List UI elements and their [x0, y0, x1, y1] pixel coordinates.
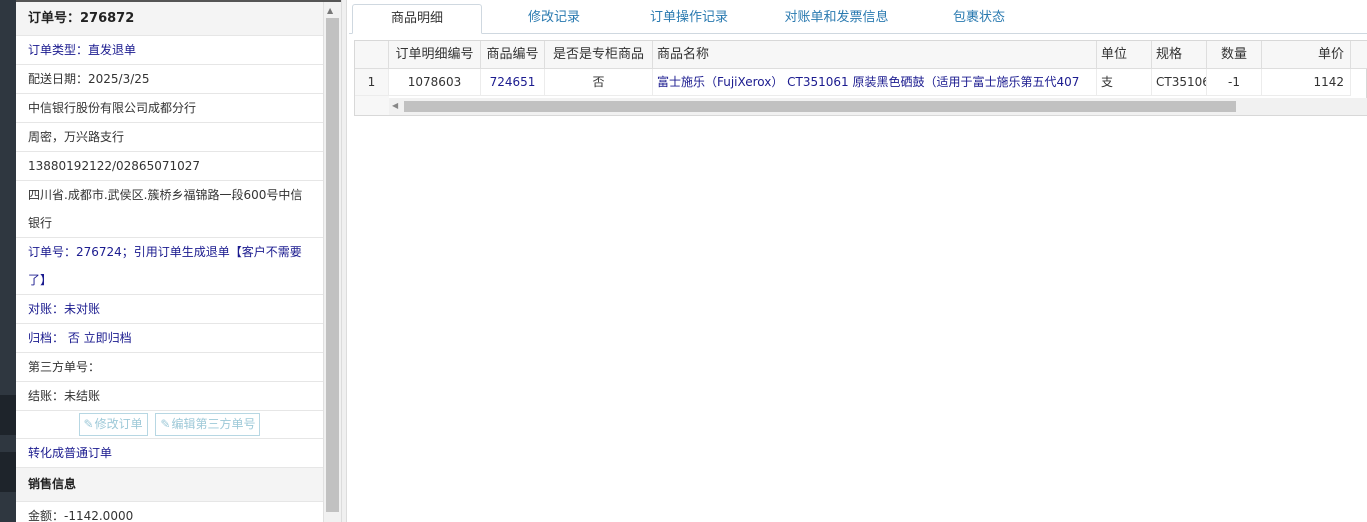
col-header-product-no[interactable]: 商品编号: [481, 41, 545, 69]
grid-header-filler: [1351, 41, 1367, 69]
side-strip-block: [0, 395, 16, 435]
reconcile-status: 对账：未对账: [16, 295, 323, 324]
scrollbar-thumb[interactable]: [404, 101, 1236, 112]
cell-qty: -1: [1207, 69, 1262, 96]
settlement-status: 结账：未结账: [16, 382, 323, 411]
reference-order[interactable]: 订单号：276724；引用订单生成退单【客户不需要了】: [16, 238, 323, 295]
phone-number: 13880192122/02865071027: [16, 152, 323, 181]
col-header-price[interactable]: 单价: [1262, 41, 1351, 69]
third-party-order-no: 第三方单号：: [16, 353, 323, 382]
detail-tabs: 商品明细 修改记录 订单操作记录 对账单和发票信息 包裹状态: [349, 2, 1367, 34]
order-type: 订单类型：直发退单: [16, 36, 323, 65]
grid-header-rownum: [355, 41, 389, 69]
edit-third-party-button[interactable]: ✎编辑第三方单号: [155, 413, 261, 436]
edit-order-label: 修改订单: [94, 417, 143, 431]
edit-third-party-label: 编辑第三方单号: [171, 417, 256, 431]
grid-horizontal-scrollbar[interactable]: ◀: [389, 98, 1367, 115]
product-detail-grid: 订单明细编号 商品编号 是否是专柜商品 商品名称 单位 规格 数量 单价 1 1…: [354, 40, 1367, 116]
amount: 金额：-1142.0000: [16, 502, 323, 522]
cell-product-name[interactable]: 富士施乐（FujiXerox） CT351061 原装黑色硒鼓（适用于富士施乐第…: [653, 69, 1097, 96]
cell-spec: CT35106: [1152, 69, 1207, 96]
contact-info: 周密，万兴路支行: [16, 123, 323, 152]
col-header-spec[interactable]: 规格: [1152, 41, 1207, 69]
tab-package-status[interactable]: 包裹状态: [924, 4, 1034, 34]
app-side-strip: [0, 0, 16, 522]
customer-name: 中信银行股份有限公司成都分行: [16, 94, 323, 123]
scrollbar-thumb[interactable]: [326, 18, 339, 512]
address: 四川省.成都市.武侯区.簇桥乡福锦路一段600号中信银行: [16, 181, 323, 238]
order-title: 订单号：276872: [16, 2, 323, 36]
cell-detail-no: 1078603: [389, 69, 481, 96]
cell-product-no[interactable]: 724651: [481, 69, 545, 96]
cell-is-counter: 否: [545, 69, 653, 96]
tab-statement-invoice[interactable]: 对账单和发票信息: [764, 4, 909, 34]
edit-order-button[interactable]: ✎修改订单: [78, 413, 148, 436]
col-header-detail-no[interactable]: 订单明细编号: [389, 41, 481, 69]
row-index: 1: [355, 69, 389, 96]
tab-order-operation-records[interactable]: 订单操作记录: [629, 4, 749, 34]
edit-icon: ✎: [160, 417, 171, 431]
sales-section-title: 销售信息: [16, 468, 323, 502]
order-info-panel: 订单号：276872 订单类型：直发退单 配送日期：2025/3/25 中信银行…: [16, 2, 323, 522]
action-buttons: ✎修改订单 ✎编辑第三方单号: [16, 411, 323, 439]
col-header-product-name[interactable]: 商品名称: [653, 41, 1097, 69]
tab-product-details[interactable]: 商品明细: [352, 4, 482, 34]
col-header-is-counter[interactable]: 是否是专柜商品: [545, 41, 653, 69]
panel-splitter[interactable]: [341, 0, 347, 522]
left-panel-scrollbar[interactable]: ▲: [323, 2, 341, 522]
convert-to-normal-link[interactable]: 转化成普通订单: [16, 439, 323, 468]
col-header-qty[interactable]: 数量: [1207, 41, 1262, 69]
cell-unit: 支: [1097, 69, 1152, 96]
side-strip-block: [0, 452, 16, 492]
archive-status[interactable]: 归档： 否 立即归档: [16, 324, 323, 353]
edit-icon: ✎: [83, 417, 94, 431]
delivery-date: 配送日期：2025/3/25: [16, 65, 323, 94]
scroll-left-arrow-icon[interactable]: ◀: [392, 101, 398, 110]
scroll-up-arrow-icon[interactable]: ▲: [327, 6, 333, 15]
tab-modify-records[interactable]: 修改记录: [494, 4, 614, 34]
cell-price: 1142: [1262, 69, 1351, 96]
col-header-unit[interactable]: 单位: [1097, 41, 1152, 69]
